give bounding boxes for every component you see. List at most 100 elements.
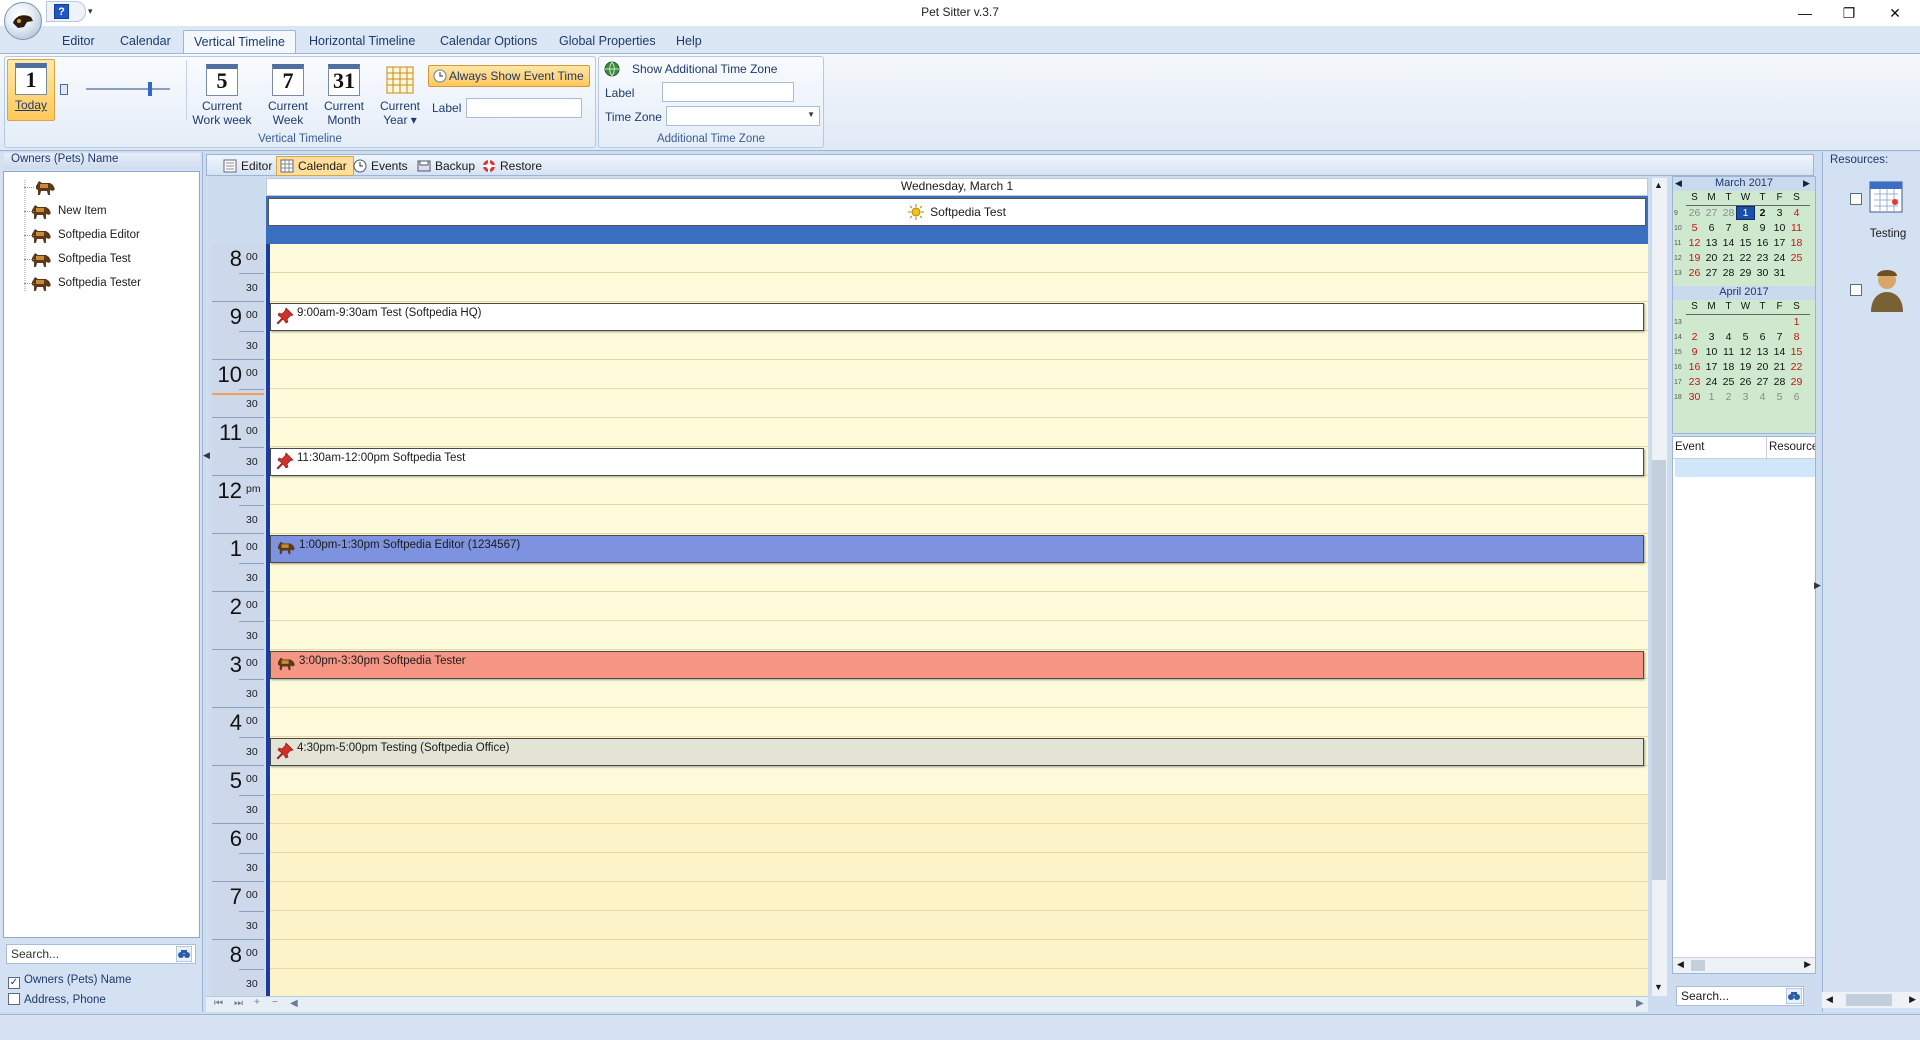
tab-global-properties[interactable]: Global Properties xyxy=(549,30,666,53)
time-slot[interactable] xyxy=(270,244,1648,273)
time-slot[interactable] xyxy=(270,853,1648,882)
checkbox-checked-icon[interactable]: ✓ xyxy=(8,977,20,989)
mini-calendar-day[interactable]: 6 xyxy=(1788,391,1805,403)
time-slot[interactable] xyxy=(270,418,1648,447)
scroll-right-icon[interactable]: ▶ xyxy=(1909,994,1916,1005)
tz-label-input[interactable] xyxy=(662,82,794,102)
mini-calendar-day[interactable]: 9 xyxy=(1754,222,1771,234)
current-month-button[interactable]: 31 Current Month xyxy=(320,64,368,127)
mini-calendar-day[interactable]: 30 xyxy=(1686,391,1703,403)
mini-calendar-day[interactable]: 24 xyxy=(1771,252,1788,264)
tree-item[interactable]: New Item xyxy=(30,200,107,222)
mini-calendar-day[interactable]: 31 xyxy=(1771,267,1788,279)
mini-calendar-day[interactable]: 17 xyxy=(1703,361,1720,373)
mini-calendar-day[interactable]: 5 xyxy=(1686,222,1703,234)
mini-calendar-day[interactable]: 12 xyxy=(1686,237,1703,249)
mini-calendar-day[interactable]: 11 xyxy=(1788,222,1805,234)
time-slot[interactable] xyxy=(270,389,1648,418)
tree-item[interactable] xyxy=(34,176,62,198)
mini-calendar-day[interactable]: 18 xyxy=(1720,361,1737,373)
time-slot[interactable] xyxy=(270,476,1648,505)
mini-calendar-day[interactable]: 3 xyxy=(1703,331,1720,343)
current-year-button[interactable]: Current Year ▾ xyxy=(376,64,424,127)
mini-calendar-day[interactable]: 13 xyxy=(1754,346,1771,358)
mini-calendar-day[interactable]: 28 xyxy=(1720,207,1737,219)
scroll-left-icon[interactable]: ◀ xyxy=(1677,959,1684,970)
tab-help[interactable]: Help xyxy=(666,30,712,53)
time-slot[interactable] xyxy=(270,563,1648,592)
ctab-backup[interactable]: Backup xyxy=(414,156,481,176)
scroll-right-icon[interactable]: ▶ xyxy=(1636,998,1644,1009)
appointment[interactable]: 11:30am-12:00pm Softpedia Test xyxy=(270,448,1644,476)
mini-calendar-day[interactable]: 20 xyxy=(1754,361,1771,373)
ctab-calendar[interactable]: Calendar xyxy=(276,156,354,176)
today-button[interactable]: 1 Today xyxy=(7,59,55,121)
mini-calendar-day[interactable]: 17 xyxy=(1771,237,1788,249)
time-slot[interactable] xyxy=(270,273,1648,302)
ctab-editor[interactable]: Editor xyxy=(220,156,278,176)
time-zone-select[interactable]: ▼ xyxy=(666,106,820,126)
tree-item[interactable]: Softpedia Tester xyxy=(30,272,141,294)
time-slot[interactable] xyxy=(270,679,1648,708)
current-work-week-button[interactable]: 5 Current Work week xyxy=(192,64,252,127)
checkbox-icon[interactable] xyxy=(8,993,20,1005)
option-address-phone[interactable]: Address, Phone xyxy=(8,993,106,1006)
mini-calendar-day[interactable]: 4 xyxy=(1788,207,1805,219)
mini-calendar-day[interactable]: 22 xyxy=(1737,252,1754,264)
all-day-event[interactable]: Softpedia Test xyxy=(268,198,1646,226)
tab-horizontal-timeline[interactable]: Horizontal Timeline xyxy=(299,30,425,53)
zoom-slider-thumb[interactable] xyxy=(148,82,152,96)
mini-calendar-day[interactable]: 15 xyxy=(1737,237,1754,249)
mini-calendar-day[interactable]: 2 xyxy=(1720,391,1737,403)
event-list-hscroll[interactable]: ◀ ▶ xyxy=(1673,957,1815,973)
prev-month-icon[interactable]: ◀ xyxy=(1675,178,1682,189)
time-slot[interactable] xyxy=(270,708,1648,737)
label-input[interactable] xyxy=(466,98,582,118)
time-slot[interactable] xyxy=(270,824,1648,853)
mini-calendar-day[interactable]: 23 xyxy=(1754,252,1771,264)
mini-calendar-day[interactable]: 12 xyxy=(1737,346,1754,358)
last-icon[interactable]: ⏭ xyxy=(234,998,243,1009)
tab-vertical-timeline[interactable]: Vertical Timeline xyxy=(183,30,297,53)
mini-calendar-day[interactable]: 21 xyxy=(1771,361,1788,373)
time-slot[interactable] xyxy=(270,911,1648,940)
binoculars-icon[interactable] xyxy=(1786,988,1802,1004)
scroll-left-icon[interactable]: ◀ xyxy=(290,998,298,1009)
add-icon[interactable]: + xyxy=(254,997,260,1008)
resources-hscroll[interactable]: ◀ ▶ xyxy=(1822,992,1920,1008)
mini-calendar-day[interactable]: 6 xyxy=(1754,331,1771,343)
event-column-header[interactable]: Event xyxy=(1673,437,1767,459)
time-slot[interactable] xyxy=(270,592,1648,621)
events-search-input[interactable]: Search... xyxy=(1676,986,1804,1006)
mini-calendar-day[interactable]: 26 xyxy=(1686,267,1703,279)
mini-calendar-day[interactable]: 21 xyxy=(1720,252,1737,264)
mini-calendar-day[interactable]: 5 xyxy=(1771,391,1788,403)
mini-calendar-day[interactable]: 29 xyxy=(1788,376,1805,388)
appointment[interactable]: 3:00pm-3:30pm Softpedia Tester xyxy=(270,651,1644,679)
mini-calendar-day[interactable]: 26 xyxy=(1737,376,1754,388)
mini-calendar-day[interactable]: 11 xyxy=(1720,346,1737,358)
mini-calendar-day[interactable]: 19 xyxy=(1737,361,1754,373)
owners-search-input[interactable]: Search... xyxy=(6,944,196,964)
mini-calendar-day[interactable]: 25 xyxy=(1720,376,1737,388)
resource-checkbox-testing[interactable] xyxy=(1850,193,1862,205)
day-grid[interactable]: 9:00am-9:30am Test (Softpedia HQ) 11:30am… xyxy=(266,244,1648,996)
always-show-event-time-toggle[interactable]: Always Show Event Time xyxy=(428,65,590,87)
scroll-up-icon[interactable]: ▲ xyxy=(1654,180,1663,190)
mini-calendar-day[interactable]: 20 xyxy=(1703,252,1720,264)
mini-calendar-day[interactable]: 4 xyxy=(1754,391,1771,403)
mini-calendar-day[interactable]: 10 xyxy=(1771,222,1788,234)
first-icon[interactable]: ⏮ xyxy=(214,998,223,1009)
mini-calendar-day[interactable]: 30 xyxy=(1754,267,1771,279)
mini-calendar-day[interactable]: 4 xyxy=(1720,331,1737,343)
mini-calendar-day[interactable]: 14 xyxy=(1720,237,1737,249)
mini-calendar-day[interactable]: 2 xyxy=(1754,207,1771,219)
mini-calendar-day[interactable]: 26 xyxy=(1686,207,1703,219)
mini-calendar-day[interactable]: 22 xyxy=(1788,361,1805,373)
mini-calendar-day[interactable]: 29 xyxy=(1737,267,1754,279)
mini-calendar-day[interactable]: 6 xyxy=(1703,222,1720,234)
mini-calendar-day[interactable]: 3 xyxy=(1771,207,1788,219)
mini-calendar-day[interactable]: 27 xyxy=(1703,207,1720,219)
mini-calendar-day[interactable]: 19 xyxy=(1686,252,1703,264)
mini-calendar-day[interactable]: 10 xyxy=(1703,346,1720,358)
